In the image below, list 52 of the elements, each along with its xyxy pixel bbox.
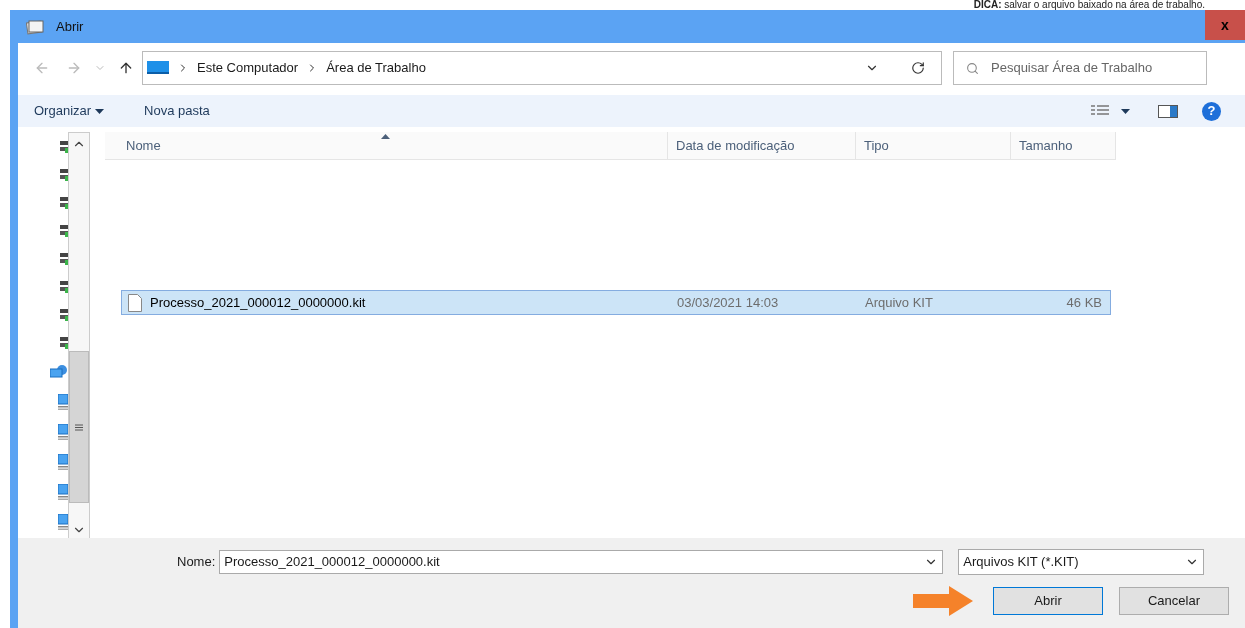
table-cell-text: 03/03/2021 14:03: [676, 293, 780, 312]
computer-icon[interactable]: [58, 514, 68, 530]
column-header[interactable]: Tipo: [856, 132, 1011, 160]
table-cell-text: Arquivo KIT: [864, 293, 934, 312]
open-button[interactable]: Abrir: [993, 587, 1103, 615]
grip-icon: [75, 423, 83, 431]
view-options-icon[interactable]: [1091, 105, 1109, 117]
sort-arrow-icon: [381, 134, 390, 139]
computer-icon[interactable]: [58, 424, 68, 440]
app-icon: [26, 18, 44, 35]
refresh-icon[interactable]: [911, 61, 925, 75]
search-field[interactable]: Pesquisar Área de Trabalho: [953, 51, 1207, 85]
preview-pane-icon[interactable]: [1158, 104, 1178, 118]
filename-field[interactable]: Processo_2021_000012_0000000.kit: [219, 550, 944, 574]
drive-icon[interactable]: [60, 224, 68, 238]
computer-icon[interactable]: [58, 454, 68, 470]
arrow-drawing: [911, 585, 975, 617]
caret-icon[interactable]: [1121, 108, 1130, 114]
network-icon[interactable]: [50, 364, 68, 380]
up-icon[interactable]: [118, 60, 134, 76]
table-cell-text: 46 KB: [1065, 293, 1102, 312]
organize-menu[interactable]: Organizar: [34, 101, 105, 121]
file-icon: [128, 293, 142, 312]
address-bar[interactable]: Este Computador Área de Trabalho: [142, 51, 942, 85]
file-name: Processo_2021_000012_0000000.kit: [150, 293, 366, 312]
column-header[interactable]: Tamanho: [1011, 132, 1116, 160]
drive-icon[interactable]: [60, 196, 68, 210]
drive-icon[interactable]: [60, 140, 68, 154]
drive-icon[interactable]: [60, 308, 68, 322]
computer-icon[interactable]: [58, 394, 68, 410]
tip-text: DICA: salvar o arquivo baixado na área de trabalho.: [973, 0, 1205, 10]
breadcrumb[interactable]: Este Computador: [197, 58, 299, 78]
drive-icon[interactable]: [60, 280, 68, 294]
column-header[interactable]: Data de modificação: [668, 132, 856, 160]
drive-icon[interactable]: [60, 252, 68, 266]
file-row[interactable]: Processo_2021_000012_0000000.kit 03/03/2021 14:03 Arquivo KIT 46 KB: [121, 290, 1111, 315]
window-title: Abrir: [56, 17, 84, 36]
column-header[interactable]: Nome: [105, 132, 668, 160]
breadcrumb[interactable]: Área de Trabalho: [326, 58, 426, 78]
new-folder-button[interactable]: Nova pasta: [144, 101, 210, 121]
drive-icon[interactable]: [60, 168, 68, 182]
help-button[interactable]: ?: [1202, 101, 1221, 121]
cancel-button[interactable]: Cancelar: [1119, 587, 1229, 615]
filename-label: Nome:: [177, 553, 216, 572]
file-type-dropdown[interactable]: Arquivos KIT (*.KIT): [958, 549, 1205, 575]
scroll-thumb[interactable]: [69, 351, 89, 503]
caret-icon: [95, 108, 105, 114]
search-icon: [966, 61, 979, 75]
computer-icon: [147, 61, 169, 75]
close-button[interactable]: x: [1205, 10, 1245, 40]
computer-icon[interactable]: [58, 484, 68, 500]
drive-icon[interactable]: [60, 336, 68, 350]
